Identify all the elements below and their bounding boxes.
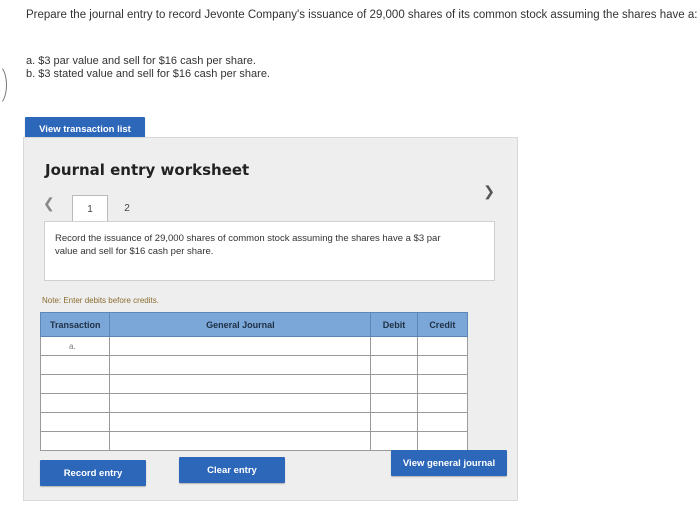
tab-1-label: 1 <box>87 204 93 215</box>
credit-cell[interactable] <box>416 393 469 413</box>
tab-2[interactable]: 2 <box>110 195 144 221</box>
option-a: a. $3 par value and sell for $16 cash pe… <box>26 55 256 67</box>
journal-table: Transaction General Journal Debit Credit… <box>39 312 469 451</box>
entry-description: Record the issuance of 29,000 shares of … <box>55 233 441 257</box>
header-credit: Credit <box>416 312 469 337</box>
general-journal-cell[interactable] <box>109 336 372 356</box>
journal-entry-worksheet: Journal entry worksheet ❮ 1 2 ❯ Record t… <box>23 137 518 501</box>
view-general-journal-button[interactable]: View general journal <box>391 450 507 476</box>
debit-cell[interactable] <box>370 412 418 432</box>
table-row <box>39 412 469 432</box>
credit-cell[interactable] <box>416 336 469 356</box>
table-row <box>39 393 469 413</box>
transaction-cell <box>39 431 111 451</box>
general-journal-cell[interactable] <box>109 374 372 394</box>
question-prompt: Prepare the journal entry to record Jevo… <box>26 9 698 21</box>
debit-cell[interactable] <box>370 431 418 451</box>
note-text: Note: Enter debits before credits. <box>42 296 159 305</box>
clear-entry-button[interactable]: Clear entry <box>179 457 285 483</box>
general-journal-cell[interactable] <box>109 431 372 451</box>
table-row <box>39 431 469 451</box>
general-journal-cell[interactable] <box>109 393 372 413</box>
credit-cell[interactable] <box>416 412 469 432</box>
transaction-cell <box>39 374 111 394</box>
credit-cell[interactable] <box>416 431 469 451</box>
chevron-left-icon[interactable]: ❮ <box>43 195 55 212</box>
general-journal-cell[interactable] <box>109 412 372 432</box>
entry-description-box: Record the issuance of 29,000 shares of … <box>44 221 495 281</box>
header-debit: Debit <box>370 312 418 337</box>
transaction-cell <box>39 412 111 432</box>
worksheet-title: Journal entry worksheet <box>45 161 250 179</box>
option-b: b. $3 stated value and sell for $16 cash… <box>26 68 270 80</box>
header-general-journal: General Journal <box>109 312 372 337</box>
left-edge-arc <box>0 64 7 106</box>
credit-cell[interactable] <box>416 374 469 394</box>
transaction-cell <box>39 355 111 375</box>
table-row <box>39 355 469 375</box>
debit-cell[interactable] <box>370 393 418 413</box>
debit-cell[interactable] <box>370 355 418 375</box>
transaction-cell <box>39 393 111 413</box>
credit-cell[interactable] <box>416 355 469 375</box>
chevron-right-icon[interactable]: ❯ <box>483 183 495 200</box>
record-entry-button[interactable]: Record entry <box>40 460 146 486</box>
table-row: a. <box>39 336 469 356</box>
transaction-cell: a. <box>39 336 111 356</box>
tab-2-label: 2 <box>124 202 130 214</box>
header-transaction: Transaction <box>39 312 111 337</box>
debit-cell[interactable] <box>370 374 418 394</box>
debit-cell[interactable] <box>370 336 418 356</box>
general-journal-cell[interactable] <box>109 355 372 375</box>
tab-1[interactable]: 1 <box>72 195 108 223</box>
table-row <box>39 374 469 394</box>
